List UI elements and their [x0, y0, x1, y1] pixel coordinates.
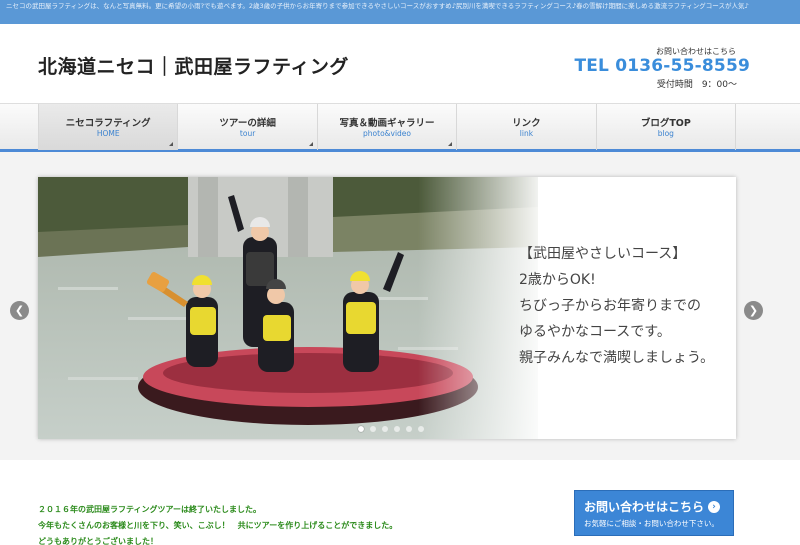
- notice-line: どうもありがとうございました！: [38, 537, 158, 545]
- chevron-right-icon[interactable]: ❯: [744, 301, 763, 320]
- nav-item-label: ツアーの詳細: [219, 118, 276, 129]
- slider-dot[interactable]: [418, 426, 424, 432]
- notice-line: 今年もたくさんのお客様と川を下り、笑い、こぶし！ 共にツアーを作り上げることがで…: [38, 521, 398, 530]
- arrow-right-circle-icon: ›: [708, 500, 721, 513]
- nav-item-label: リンク: [512, 118, 541, 129]
- nav-item-label: 写真＆動画ギャラリー: [339, 118, 435, 129]
- phone-number[interactable]: TEL 0136-55-8559: [574, 56, 750, 76]
- main-navigation: ニセコラフティング HOME ツアーの詳細 tour 写真＆動画ギャラリー ph…: [0, 103, 800, 152]
- nav-item-sublabel: blog: [657, 129, 674, 138]
- nav-item-link[interactable]: リンク link: [457, 104, 597, 150]
- contact-button-subtitle: お気軽にご相談・お問い合わせ下さい。: [584, 519, 719, 528]
- nav-item-sublabel: tour: [239, 129, 256, 138]
- slider-dot[interactable]: [394, 426, 400, 432]
- slide-caption-line: ゆるやかなコースです。: [519, 324, 671, 340]
- slider-dot[interactable]: [358, 426, 364, 432]
- slide-caption-line: 2歳からOK!: [519, 272, 596, 288]
- site-header: 北海道ニセコ｜武田屋ラフティング お問い合わせはこちら TEL 0136-55-…: [0, 24, 800, 104]
- caret-icon: [308, 142, 313, 146]
- nav-item-home[interactable]: ニセコラフティング HOME: [39, 104, 179, 150]
- top-announcement-text: ニセコの武田屋ラフティングは、なんと写真無料。更に希望の小雨?でも遊べます。2歳…: [6, 2, 749, 10]
- notice-line: ２０１６年の武田屋ラフティングツアーは終了いたしました。: [38, 505, 262, 514]
- hero-area: ❮ ❯ 【武田屋やさしいコース】 2歳からOK! ちびっ子からお年寄りまでの ゆ…: [0, 152, 800, 460]
- caret-icon: [448, 142, 453, 146]
- nav-item-label: ブログTOP: [640, 118, 691, 129]
- nav-item-label: ニセコラフティング: [65, 118, 151, 129]
- slide-caption-line: ちびっ子からお年寄りまでの: [519, 298, 701, 314]
- slide-caption-line: 親子みんなで満喫しましょう。: [519, 350, 715, 366]
- nav-item-blog[interactable]: ブログTOP blog: [597, 104, 737, 150]
- site-title[interactable]: 北海道ニセコ｜武田屋ラフティング: [38, 52, 349, 79]
- slider-dot[interactable]: [370, 426, 376, 432]
- contact-button-title: お問い合わせはこちら: [584, 500, 705, 514]
- slider-pagination: [358, 426, 424, 432]
- nav-item-sublabel: link: [519, 129, 534, 138]
- slider-dot[interactable]: [406, 426, 412, 432]
- slider-dot[interactable]: [382, 426, 388, 432]
- nav-item-sublabel: HOME: [96, 129, 120, 138]
- top-announcement-bar: ニセコの武田屋ラフティングは、なんと写真無料。更に希望の小雨?でも遊べます。2歳…: [0, 0, 800, 24]
- contact-button[interactable]: お問い合わせはこちら › お気軽にご相談・お問い合わせ下さい。: [574, 490, 734, 536]
- image-slider[interactable]: 【武田屋やさしいコース】 2歳からOK! ちびっ子からお年寄りまでの ゆるやかな…: [38, 177, 736, 439]
- slide-caption: 【武田屋やさしいコース】 2歳からOK! ちびっ子からお年寄りまでの ゆるやかな…: [519, 241, 714, 371]
- business-hours: 受付時間 9：00〜: [656, 80, 737, 90]
- season-notice: ２０１６年の武田屋ラフティングツアーは終了いたしました。 今年もたくさんのお客様…: [38, 502, 397, 545]
- nav-item-sublabel: photo&video: [363, 129, 411, 138]
- slide-caption-line: 【武田屋やさしいコース】: [519, 246, 687, 262]
- chevron-left-icon[interactable]: ❮: [10, 301, 29, 320]
- nav-item-tour[interactable]: ツアーの詳細 tour: [178, 104, 318, 150]
- nav-item-gallery[interactable]: 写真＆動画ギャラリー photo&video: [318, 104, 458, 150]
- caret-icon: [169, 142, 174, 146]
